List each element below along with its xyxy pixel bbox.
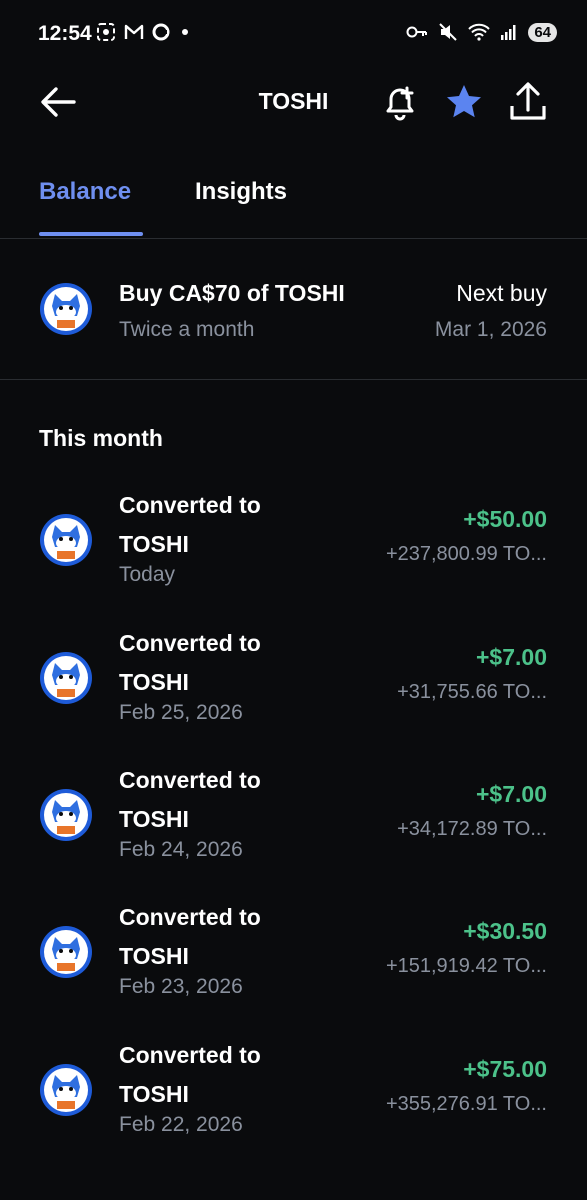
toshi-token-icon bbox=[40, 789, 92, 841]
transaction-date: Feb 25, 2026 bbox=[119, 701, 243, 724]
status-system-icons: 64 bbox=[406, 22, 557, 42]
status-bar: 12:54 64 bbox=[0, 0, 587, 70]
tab-bar: Balance Insights bbox=[0, 160, 587, 239]
page-title: TOSHI bbox=[0, 88, 587, 115]
active-tab-indicator bbox=[39, 232, 143, 236]
next-buy-date: Mar 1, 2026 bbox=[434, 318, 547, 341]
toshi-token-icon bbox=[40, 283, 92, 335]
header: TOSHI bbox=[0, 70, 587, 134]
transaction-quantity: +355,276.91 TO... bbox=[385, 1093, 547, 1115]
mute-icon bbox=[439, 23, 458, 41]
transaction-date: Feb 23, 2026 bbox=[119, 975, 243, 998]
next-buy-label: Next buy bbox=[456, 280, 547, 306]
key-icon bbox=[406, 26, 428, 38]
transaction-amount: +$50.00 bbox=[463, 506, 547, 532]
transaction-quantity: +237,800.99 TO... bbox=[385, 543, 547, 565]
toshi-token-icon bbox=[40, 1064, 92, 1116]
transaction-date: Feb 22, 2026 bbox=[119, 1113, 243, 1136]
star-icon bbox=[447, 85, 481, 118]
transaction-row[interactable]: Converted to TOSHI Feb 25, 2026 +$7.00 +… bbox=[0, 624, 587, 754]
transaction-amount: +$75.00 bbox=[463, 1056, 547, 1082]
transaction-date: Feb 24, 2026 bbox=[119, 838, 243, 861]
toshi-token-icon bbox=[40, 652, 92, 704]
transaction-quantity: +31,755.66 TO... bbox=[397, 681, 547, 703]
transaction-title: Converted to TOSHI bbox=[119, 492, 261, 557]
transaction-row[interactable]: Converted to TOSHI Today +$50.00 +237,80… bbox=[0, 486, 587, 616]
page-title-text: TOSHI bbox=[258, 88, 329, 114]
transaction-amount: +$7.00 bbox=[476, 781, 547, 807]
transaction-title: Converted to TOSHI bbox=[119, 630, 261, 695]
toshi-token-icon bbox=[40, 926, 92, 978]
share-icon bbox=[510, 82, 546, 120]
transaction-row[interactable]: Converted to TOSHI Feb 23, 2026 +$30.50 … bbox=[0, 898, 587, 1028]
status-time: 12:54 bbox=[38, 22, 92, 45]
recurring-buy-title: Buy CA$70 of TOSHI bbox=[119, 280, 345, 306]
transaction-quantity: +151,919.42 TO... bbox=[385, 955, 547, 977]
screenshot-icon bbox=[97, 23, 115, 41]
transaction-title: Converted to TOSHI bbox=[119, 1042, 261, 1107]
transaction-title: Converted to TOSHI bbox=[119, 904, 261, 969]
transaction-row[interactable]: Converted to TOSHI Feb 24, 2026 +$7.00 +… bbox=[0, 761, 587, 891]
gmail-icon bbox=[124, 24, 144, 39]
signal-icon bbox=[501, 25, 516, 40]
toshi-token-icon bbox=[40, 514, 92, 566]
transaction-amount: +$30.50 bbox=[463, 918, 547, 944]
status-notification-icons bbox=[96, 22, 192, 42]
transaction-amount: +$7.00 bbox=[476, 644, 547, 670]
transaction-date: Today bbox=[119, 563, 176, 586]
share-button[interactable] bbox=[508, 80, 548, 122]
transaction-title: Converted to TOSHI bbox=[119, 767, 261, 832]
add-price-alert-button[interactable] bbox=[380, 82, 420, 122]
tab-balance[interactable]: Balance bbox=[39, 178, 131, 206]
recurring-buy-row[interactable]: Buy CA$70 of TOSHI Twice a month Next bu… bbox=[0, 238, 587, 380]
wifi-icon bbox=[468, 23, 491, 41]
bell-plus-icon bbox=[386, 86, 414, 121]
favorite-button[interactable] bbox=[444, 82, 484, 122]
recurring-buy-frequency: Twice a month bbox=[119, 318, 255, 341]
section-title: This month bbox=[39, 425, 163, 451]
dot-icon bbox=[182, 29, 188, 35]
transaction-row[interactable]: Converted to TOSHI Feb 22, 2026 +$75.00 … bbox=[0, 1036, 587, 1166]
battery-indicator: 64 bbox=[528, 22, 557, 42]
tab-insights[interactable]: Insights bbox=[195, 178, 287, 206]
coinbase-icon bbox=[152, 23, 170, 41]
transaction-quantity: +34,172.89 TO... bbox=[397, 818, 547, 840]
